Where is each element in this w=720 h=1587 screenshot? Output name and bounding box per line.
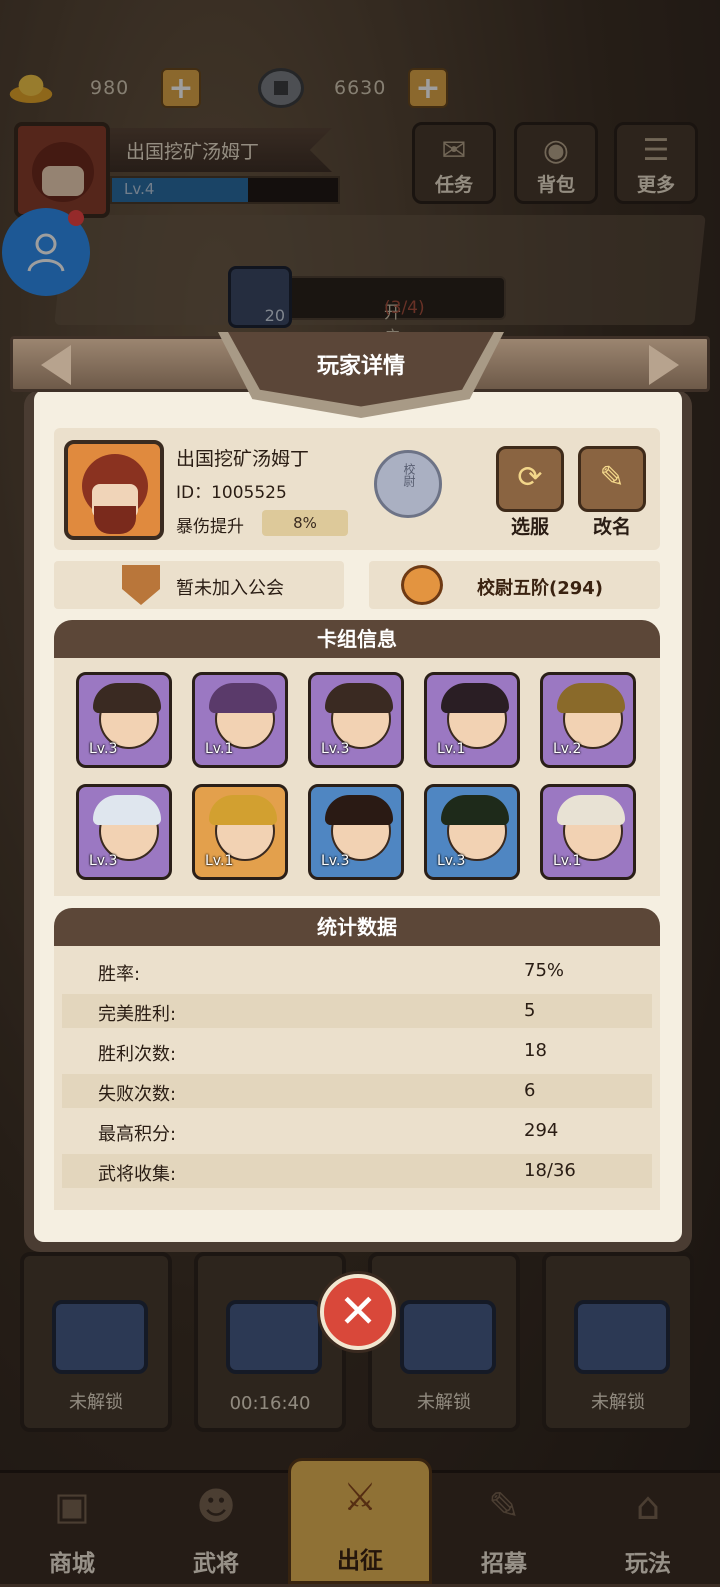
stat-row: 胜利次数: 18: [62, 1034, 652, 1068]
general-hair: [93, 683, 161, 713]
deck-card-level: Lv.3: [321, 741, 350, 757]
close-button[interactable]: ✕: [320, 1274, 396, 1350]
crit-value: 8%: [262, 510, 348, 536]
deck-card[interactable]: Lv.1: [192, 672, 288, 768]
general-hair: [325, 795, 393, 825]
rank-badge-text: 校尉: [402, 463, 416, 487]
stat-value: 6: [524, 1080, 536, 1101]
deck-card[interactable]: Lv.3: [308, 672, 404, 768]
stat-label: 完美胜利:: [98, 1004, 177, 1025]
deck-card-level: Lv.3: [89, 853, 118, 869]
stat-row: 完美胜利: 5: [62, 994, 652, 1028]
player-name: 出国挖矿汤姆丁: [176, 448, 310, 470]
deck-card-level: Lv.3: [437, 853, 466, 869]
stat-label: 武将收集:: [98, 1164, 177, 1185]
shield-icon: [122, 565, 160, 605]
rename-button[interactable]: ✎: [578, 446, 646, 512]
rank-box: 校尉五阶(294): [369, 561, 660, 609]
deck-card-level: Lv.2: [553, 741, 582, 757]
general-hair: [209, 683, 277, 713]
general-hair: [93, 795, 161, 825]
deck-card[interactable]: Lv.1: [540, 784, 636, 880]
switch-server-button[interactable]: ⟳: [496, 446, 564, 512]
player-id: ID：1005525: [176, 483, 287, 503]
deck-card[interactable]: Lv.3: [76, 784, 172, 880]
deck-card-level: Lv.3: [321, 853, 350, 869]
switch-server-label: 选服: [510, 516, 549, 538]
rank-text: 校尉五阶(294): [477, 578, 604, 599]
deck-section-title: 卡组信息: [54, 620, 660, 658]
refresh-icon: ⟳: [517, 460, 543, 495]
stat-value: 18/36: [524, 1160, 576, 1181]
general-hair: [441, 795, 509, 825]
deck-card-level: Lv.1: [205, 741, 234, 757]
deck-card-level: Lv.3: [89, 741, 118, 757]
stat-row: 胜率: 75%: [62, 954, 652, 988]
deck-card[interactable]: Lv.1: [192, 784, 288, 880]
stat-row: 最高积分: 294: [62, 1114, 652, 1148]
guild-box: 暂未加入公会: [54, 561, 344, 609]
stat-value: 294: [524, 1120, 559, 1141]
deck-card-level: Lv.1: [205, 853, 234, 869]
deck-card-level: Lv.1: [437, 741, 466, 757]
right-arrow-icon: [649, 345, 679, 385]
pencil-icon: ✎: [599, 460, 625, 495]
stat-value: 5: [524, 1000, 536, 1021]
rank-medal-icon: [401, 565, 443, 605]
deck-card[interactable]: Lv.1: [424, 672, 520, 768]
stat-row: 武将收集: 18/36: [62, 1154, 652, 1188]
left-arrow-icon: [41, 345, 71, 385]
rename-label: 改名: [592, 516, 631, 538]
general-hair: [325, 683, 393, 713]
deck-card[interactable]: Lv.3: [424, 784, 520, 880]
stat-label: 胜率:: [98, 964, 141, 985]
stat-value: 18: [524, 1040, 547, 1061]
deck-card[interactable]: Lv.3: [76, 672, 172, 768]
deck-card-level: Lv.1: [553, 853, 582, 869]
deck-card[interactable]: Lv.3: [308, 784, 404, 880]
general-hair: [557, 683, 625, 713]
player-avatar: [64, 440, 164, 540]
general-hair: [557, 795, 625, 825]
modal-title: 玩家详情: [316, 354, 405, 379]
guild-status: 暂未加入公会: [176, 578, 284, 599]
stat-value: 75%: [524, 960, 565, 981]
crit-label: 暴伤提升: [176, 517, 244, 537]
stat-label: 胜利次数:: [98, 1044, 177, 1065]
stats-section-title: 统计数据: [54, 908, 660, 946]
deck-card[interactable]: Lv.2: [540, 672, 636, 768]
rank-badge-icon: 校尉: [374, 450, 442, 518]
general-hair: [209, 795, 277, 825]
stat-label: 最高积分:: [98, 1124, 177, 1145]
stat-label: 失败次数:: [98, 1084, 177, 1105]
general-hair: [441, 683, 509, 713]
stat-row: 失败次数: 6: [62, 1074, 652, 1108]
